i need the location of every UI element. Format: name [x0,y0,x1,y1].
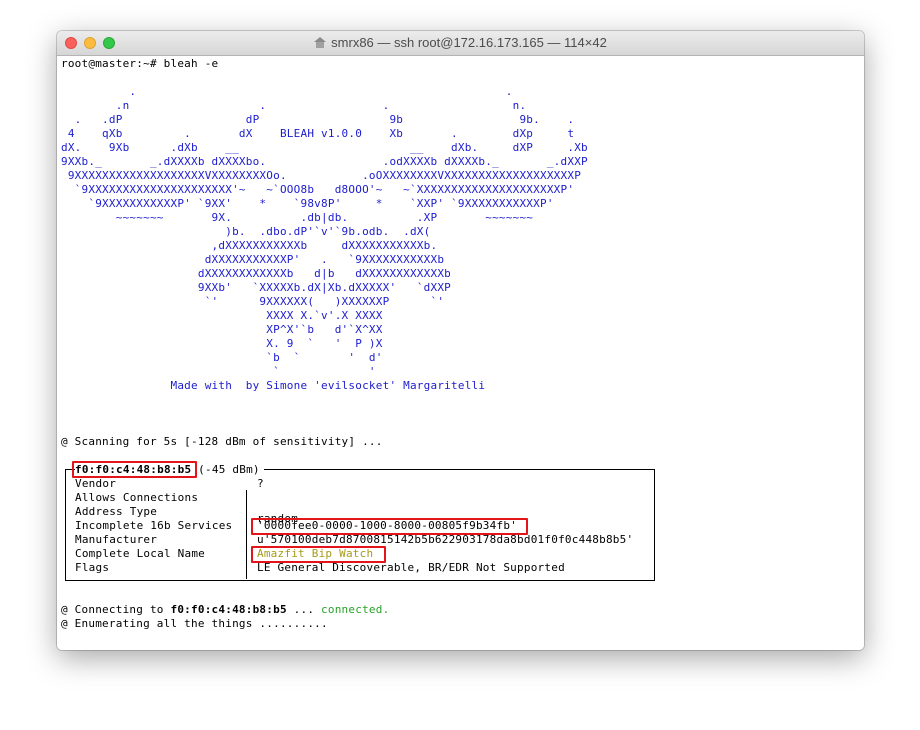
banner-line: . . [61,85,513,98]
row-key: Complete Local Name [75,547,206,560]
row-key: Incomplete 16b Services [75,519,233,532]
row-value: u'570100deb7d8700815142b5b622903178da8bd… [257,533,634,546]
banner-line: dX. 9Xb .dXb __ __ dXb. dXP .Xb [61,141,588,154]
prompt-line: root@master:~# bleah -e [61,57,219,70]
connecting-prefix: @ Connecting to [61,603,171,616]
row-key: Vendor [75,477,117,490]
connected-status: connected. [321,603,390,616]
banner-line: ,dXXXXXXXXXXXb dXXXXXXXXXXXb. [61,239,438,252]
row-key: Manufacturer [75,533,158,546]
terminal-content[interactable]: root@master:~# bleah -e . . .n . . n. . … [57,56,864,650]
row-value: LE General Discoverable, BR/EDR Not Supp… [257,561,565,574]
banner-line: 9XXb' `XXXXXb.dX|Xb.dXXXXX' `dXXP [61,281,452,294]
scanning-line: @ Scanning for 5s [-128 dBm of sensitivi… [61,435,383,448]
service-highlight-box [251,518,528,535]
mac-highlight-box [72,461,197,478]
row-key: Flags [75,561,110,574]
banner-line: `9XXXXXXXXXXXXXXXXXXXXX'~ ~`OOO8b d8OOO'… [61,183,575,196]
banner-line: ` ' [61,365,376,378]
banner-line: `9XXXXXXXXXXXP' `9XX' * `98v8P' * `XXP' … [61,197,554,210]
banner-line: X. 9 ` ' P )X [61,337,383,350]
banner-line: 9XXb._ _.dXXXXb dXXXXbo. .odXXXXb dXXXXb… [61,155,588,168]
name-highlight-box [251,546,386,563]
banner-line: . .dP dP 9b 9b. . [61,113,575,126]
banner-line: )b. .dbo.dP'`v'`9b.odb. .dX( [61,225,431,238]
banner-line: dXXXXXXXXXXXXb d|b dXXXXXXXXXXXXb [61,267,452,280]
device-rssi: (-45 dBm) [198,463,260,476]
banner-line: dXXXXXXXXXXXP' . `9XXXXXXXXXXXb [61,253,445,266]
enumerating-line: @ Enumerating all the things .......... [61,617,328,630]
banner-line: 9XXXXXXXXXXXXXXXXXXXVXXXXXXXXOo. .oOXXXX… [61,169,582,182]
connecting-mid: ... [286,603,322,616]
banner-line: XXXX X.`v'.X XXXX [61,309,383,322]
window-title-text: smrx86 — ssh root@172.16.173.165 — 114×4… [331,35,607,50]
house-icon [314,37,327,48]
banner-line: 4 qXb . dX BLEAH v1.0.0 Xb . dXp t [61,127,575,140]
title-bar[interactable]: smrx86 — ssh root@172.16.173.165 — 114×4… [57,31,864,56]
row-key: Address Type [75,505,158,518]
credit-line: Made with by Simone 'evilsocket' Margari… [61,379,486,392]
banner-line: XP^X'`b d'`X^XX [61,323,383,336]
connecting-line: @ Connecting to f0:f0:c4:48:b8:b5 ... co… [61,603,389,617]
row-key: Allows Connections [75,491,199,504]
banner-line: `' 9XXXXXX( )XXXXXXP `' [61,295,445,308]
connecting-mac: f0:f0:c4:48:b8:b5 [170,603,287,616]
banner-line: `b ` ' d' [61,351,383,364]
terminal-window: smrx86 — ssh root@172.16.173.165 — 114×4… [57,31,864,650]
table-divider [246,490,247,579]
window-title: smrx86 — ssh root@172.16.173.165 — 114×4… [57,35,864,50]
banner-line: ~~~~~~~ 9X. .db|db. .XP ~~~~~~~ [61,211,534,224]
row-value: ? [257,477,264,490]
banner-line: .n . . n. [61,99,527,112]
